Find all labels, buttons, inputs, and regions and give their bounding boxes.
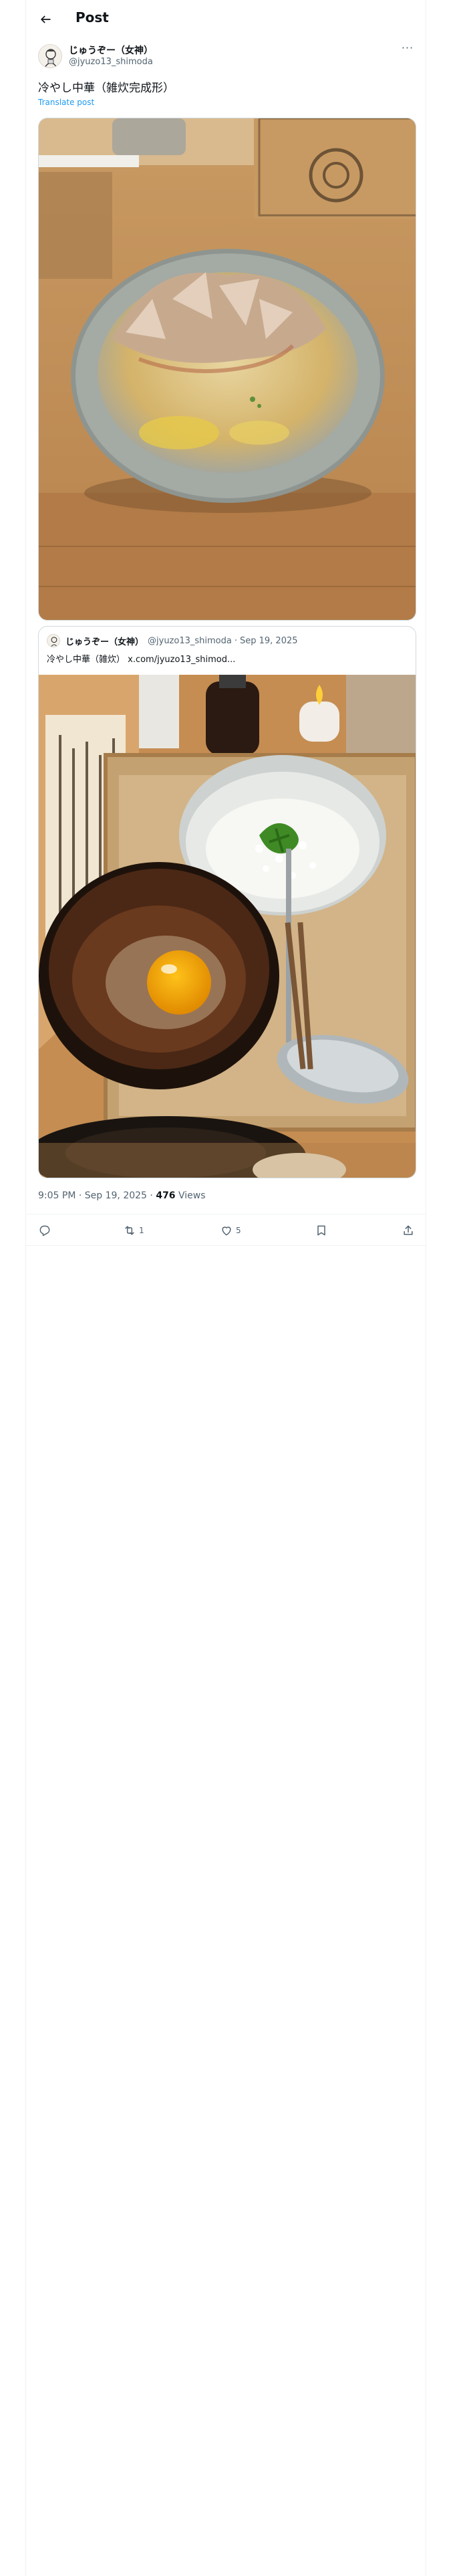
separator-dot: ·: [150, 1190, 153, 1201]
like-count: 5: [236, 1226, 241, 1235]
quoted-photo[interactable]: [39, 675, 416, 1178]
repost-count: 1: [139, 1226, 144, 1235]
quoted-date: Sep 19, 2025: [239, 635, 298, 646]
zosui-bowl-photo: [39, 118, 416, 620]
post-time[interactable]: 9:05 PM: [38, 1190, 76, 1201]
quoted-post[interactable]: じゅうぞー（女神） @jyuzo13_shimoda · Sep 19, 202…: [38, 626, 416, 1178]
like-button[interactable]: 5: [220, 1222, 241, 1239]
views-count: 476: [156, 1190, 176, 1201]
post-photo[interactable]: [38, 118, 416, 621]
quoted-handle: @jyuzo13_shimoda: [148, 635, 232, 646]
action-bar: 1 5: [26, 1214, 426, 1246]
page-header: Post: [26, 0, 426, 39]
page-title: Post: [76, 9, 109, 25]
separator-dot: ·: [234, 635, 237, 646]
author-handle[interactable]: @jyuzo13_shimoda: [69, 57, 153, 67]
share-button[interactable]: [402, 1222, 415, 1239]
repost-button[interactable]: 1: [123, 1222, 144, 1239]
author-display-name[interactable]: じゅうぞー（女神）: [69, 43, 153, 57]
bookmark-button[interactable]: [315, 1222, 328, 1239]
translate-post-link[interactable]: Translate post: [38, 98, 94, 107]
main-column: Post じゅうぞー（女神） @jyuzo13_shimoda ··· 冷やし中…: [25, 0, 426, 2576]
quoted-display-name: じゅうぞー（女神）: [65, 637, 144, 647]
reply-icon: [39, 1225, 50, 1237]
quoted-text: 冷やし中華（雑炊） x.com/jyuzo13_shimod...: [47, 655, 236, 665]
reply-button[interactable]: [38, 1222, 54, 1239]
quoted-avatar: [47, 634, 60, 647]
post-date[interactable]: Sep 19, 2025: [85, 1190, 147, 1201]
quoted-post-header: じゅうぞー（女神） @jyuzo13_shimoda · Sep 19, 202…: [47, 633, 298, 648]
post-author: じゅうぞー（女神） @jyuzo13_shimoda ···: [38, 43, 416, 70]
repost-icon: [125, 1226, 134, 1235]
arrow-left-icon: [41, 15, 51, 23]
more-horizontal-icon: ···: [401, 41, 414, 54]
rice-egg-tray-photo: [39, 675, 416, 1178]
like-icon: [222, 1226, 231, 1236]
avatar-illustration: [39, 45, 61, 68]
post-text: 冷やし中華（雑炊完成形）: [38, 82, 174, 95]
separator-dot: ·: [78, 1190, 82, 1201]
share-icon: [404, 1225, 413, 1235]
post-meta: 9:05 PM · Sep 19, 2025 · 476 Views: [38, 1190, 206, 1201]
views-label: Views: [178, 1190, 206, 1201]
bookmark-icon: [317, 1225, 325, 1236]
back-button[interactable]: [35, 9, 55, 29]
more-options-button[interactable]: ···: [399, 41, 416, 58]
avatar[interactable]: [38, 44, 62, 68]
